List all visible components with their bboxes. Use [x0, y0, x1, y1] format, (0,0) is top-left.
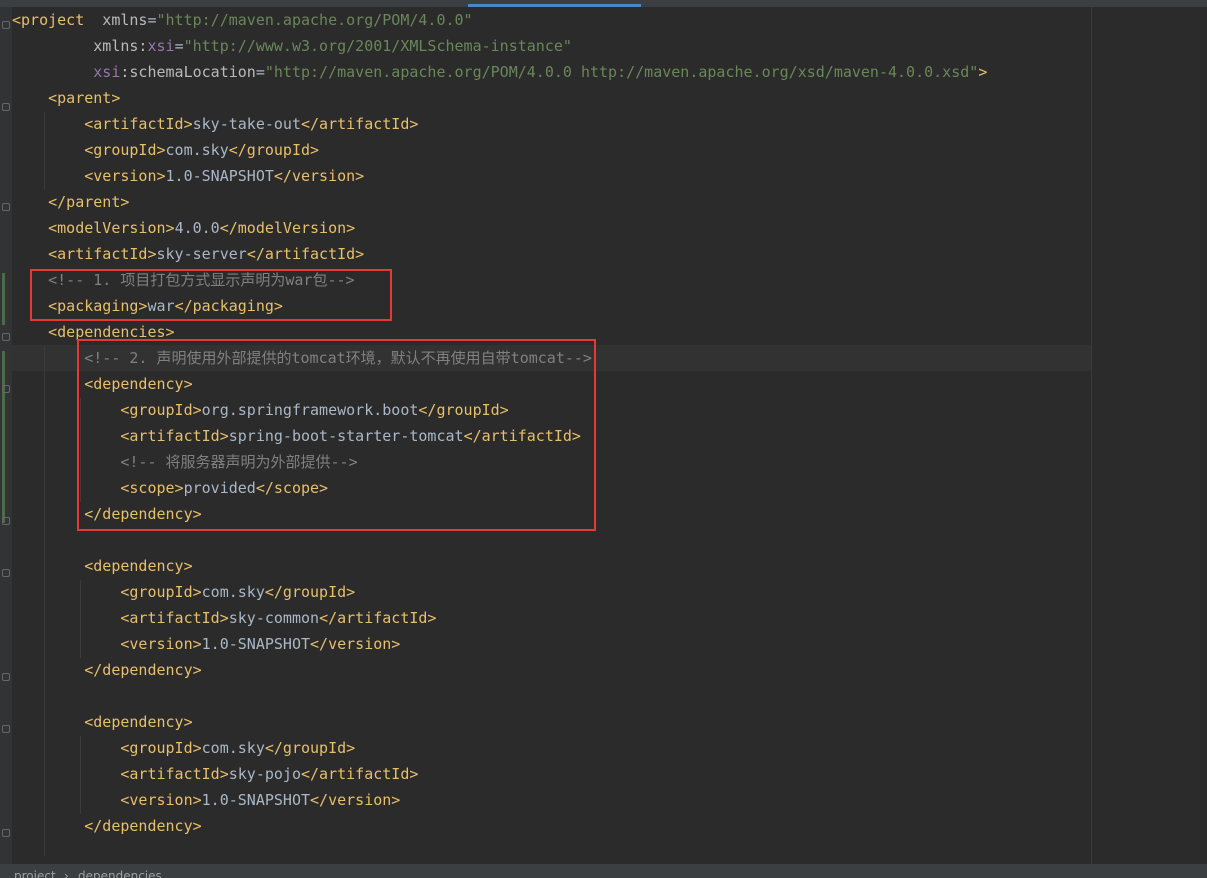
code-line[interactable]: <dependency>	[12, 709, 987, 735]
breadcrumb-item-project[interactable]: project	[14, 869, 56, 878]
code-line[interactable]: xsi:schemaLocation="http://maven.apache.…	[12, 59, 987, 85]
right-margin-guide	[1091, 7, 1092, 864]
breadcrumb-item-dependencies[interactable]: dependencies	[78, 869, 162, 878]
highlight-box-tomcat-dependency	[77, 339, 596, 531]
code-line[interactable]: <artifactId>sky-server</artifactId>	[12, 241, 987, 267]
fold-toggle-icon[interactable]	[2, 673, 10, 681]
fold-toggle-icon[interactable]	[2, 333, 10, 341]
editor-gutter[interactable]	[0, 7, 12, 864]
editor-tab-bar	[0, 0, 1207, 7]
code-line[interactable]: <version>1.0-SNAPSHOT</version>	[12, 631, 987, 657]
code-line[interactable]: xmlns:xsi="http://www.w3.org/2001/XMLSch…	[12, 33, 987, 59]
vcs-change-marker[interactable]	[2, 273, 5, 325]
code-line[interactable]: <version>1.0-SNAPSHOT</version>	[12, 163, 987, 189]
code-line[interactable]: <groupId>com.sky</groupId>	[12, 137, 987, 163]
fold-toggle-icon[interactable]	[2, 829, 10, 837]
fold-toggle-icon[interactable]	[2, 569, 10, 577]
code-line[interactable]	[12, 839, 987, 865]
fold-toggle-icon[interactable]	[2, 203, 10, 211]
code-line[interactable]: </dependency>	[12, 813, 987, 839]
code-line[interactable]: <parent>	[12, 85, 987, 111]
code-line[interactable]: <version>1.0-SNAPSHOT</version>	[12, 787, 987, 813]
code-line[interactable]: <artifactId>sky-common</artifactId>	[12, 605, 987, 631]
code-line[interactable]: <groupId>com.sky</groupId>	[12, 579, 987, 605]
breadcrumb: project › dependencies	[0, 864, 1207, 878]
vcs-change-marker[interactable]	[2, 351, 5, 523]
code-line[interactable]: <artifactId>sky-pojo</artifactId>	[12, 761, 987, 787]
fold-toggle-icon[interactable]	[2, 385, 10, 393]
code-line[interactable]: <modelVersion>4.0.0</modelVersion>	[12, 215, 987, 241]
code-line[interactable]: <project xmlns="http://maven.apache.org/…	[12, 7, 987, 33]
fold-toggle-icon[interactable]	[2, 21, 10, 29]
breadcrumb-separator-icon: ›	[64, 869, 69, 878]
fold-toggle-icon[interactable]	[2, 517, 10, 525]
code-line[interactable]: <dependency>	[12, 553, 987, 579]
highlight-box-packaging	[30, 269, 392, 321]
code-line[interactable]: </dependency>	[12, 657, 987, 683]
fold-toggle-icon[interactable]	[2, 103, 10, 111]
code-line[interactable]: </parent>	[12, 189, 987, 215]
code-line[interactable]: <groupId>com.sky</groupId>	[12, 735, 987, 761]
fold-toggle-icon[interactable]	[2, 725, 10, 733]
code-line[interactable]	[12, 683, 987, 709]
code-line[interactable]: <artifactId>sky-take-out</artifactId>	[12, 111, 987, 137]
